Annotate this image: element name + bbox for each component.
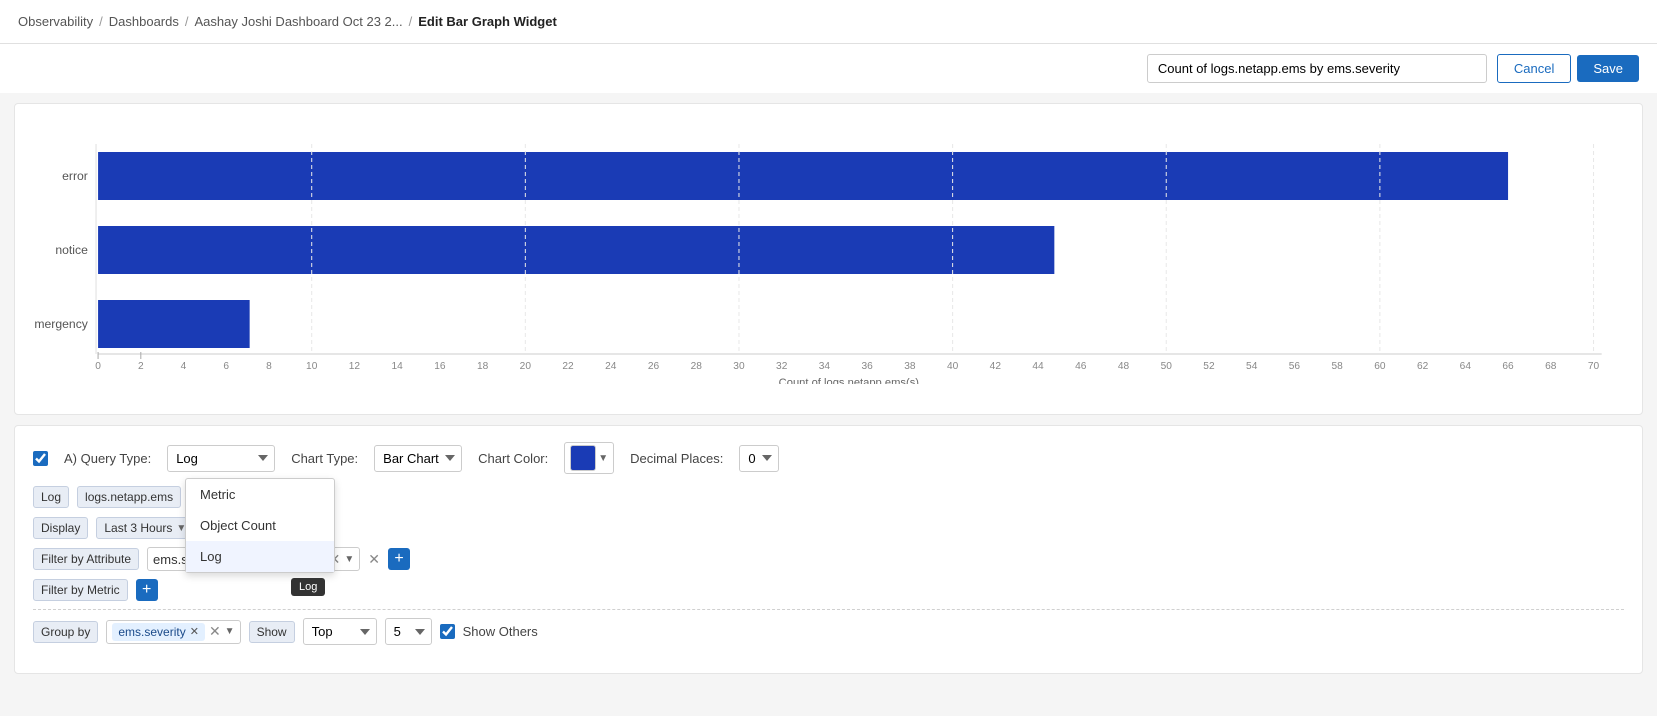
chart-type-select[interactable]: Bar Chart (374, 445, 462, 472)
svg-text:36: 36 (862, 361, 874, 372)
svg-text:22: 22 (562, 361, 574, 372)
cancel-button[interactable]: Cancel (1497, 54, 1571, 83)
show-others-label: Show Others (463, 624, 538, 639)
bar-error (98, 152, 1508, 200)
top-value-select[interactable]: 5 10 25 (385, 618, 432, 645)
show-label-chip: Show (249, 621, 295, 643)
svg-text:10: 10 (306, 361, 318, 372)
breadcrumb-observability[interactable]: Observability (18, 14, 93, 29)
filter-metric-label-chip: Filter by Metric (33, 579, 128, 601)
chart-container: error notice emergency // will be genera… (14, 103, 1643, 415)
svg-text:12: 12 (349, 361, 361, 372)
bar-chart-svg: error notice emergency // will be genera… (35, 124, 1622, 384)
filter-attr-label-chip: Filter by Attribute (33, 548, 139, 570)
svg-text:6: 6 (223, 361, 229, 372)
svg-text:14: 14 (392, 361, 404, 372)
save-button[interactable]: Save (1577, 55, 1639, 82)
svg-text:28: 28 (691, 361, 703, 372)
svg-text:32: 32 (776, 361, 788, 372)
svg-text:62: 62 (1417, 361, 1429, 372)
svg-text:38: 38 (904, 361, 916, 372)
dropdown-item-metric[interactable]: Metric (186, 479, 334, 510)
log-source-chip[interactable]: logs.netapp.ems (77, 486, 181, 508)
show-others-checkbox[interactable] (440, 624, 455, 639)
display-value-chip[interactable]: Last 3 Hours ▼ (96, 517, 194, 539)
svg-text:26: 26 (648, 361, 660, 372)
dropdown-item-object-count[interactable]: Object Count (186, 510, 334, 541)
chart-color-label: Chart Color: (478, 451, 548, 466)
clear-group-by-button[interactable]: ✕ (209, 623, 221, 640)
svg-text:Count of logs.netapp.ems(s): Count of logs.netapp.ems(s) (779, 377, 919, 384)
svg-text:66: 66 (1502, 361, 1514, 372)
add-filter-metric-button[interactable]: + (136, 579, 158, 601)
chart-color-dropdown[interactable]: ▼ (564, 442, 614, 474)
svg-text:60: 60 (1374, 361, 1386, 372)
widget-title-input[interactable] (1147, 54, 1487, 83)
svg-text:68: 68 (1545, 361, 1557, 372)
add-filter-attr-button[interactable]: + (388, 548, 410, 570)
svg-text:34: 34 (819, 361, 831, 372)
breadcrumb-dashboards[interactable]: Dashboards (109, 14, 179, 29)
svg-text:50: 50 (1161, 361, 1173, 372)
filter-attr-chevron-icon[interactable]: ▼ (344, 554, 354, 565)
remove-group-by-icon[interactable]: ✕ (190, 625, 199, 638)
divider (33, 609, 1624, 610)
decimal-places-select[interactable]: 0 1 2 (739, 445, 779, 472)
breadcrumb: Observability / Dashboards / Aashay Josh… (0, 0, 1657, 44)
chart-type-label: Chart Type: (291, 451, 358, 466)
breadcrumb-sep1: / (99, 14, 103, 29)
dropdown-item-log[interactable]: Log (186, 541, 334, 572)
config-row5: Filter by Metric + (33, 579, 1624, 601)
remove-filter-attr-row-button[interactable]: ✕ (368, 551, 380, 568)
chart-area: error notice emergency // will be genera… (35, 124, 1622, 384)
query-type-select[interactable]: Log Metric Object Count (167, 445, 275, 472)
svg-text:52: 52 (1203, 361, 1215, 372)
svg-text:notice: notice (55, 243, 88, 257)
top-select[interactable]: Top Bottom (303, 618, 377, 645)
svg-text:error: error (62, 169, 88, 183)
color-swatch (570, 445, 596, 471)
chevron-down-icon: ▼ (598, 453, 608, 464)
breadcrumb-dashboard-name[interactable]: Aashay Joshi Dashboard Oct 23 2... (195, 14, 403, 29)
svg-text:8: 8 (266, 361, 272, 372)
bar-emergency (98, 300, 250, 348)
svg-text:30: 30 (733, 361, 745, 372)
svg-text:2: 2 (138, 361, 144, 372)
breadcrumb-sep2: / (185, 14, 189, 29)
svg-text:24: 24 (605, 361, 617, 372)
svg-text:54: 54 (1246, 361, 1258, 372)
svg-text:0: 0 (95, 361, 101, 372)
svg-text:emergency: emergency (35, 317, 89, 331)
svg-text:18: 18 (477, 361, 489, 372)
group-by-chevron-icon[interactable]: ▼ (225, 626, 235, 637)
query-enabled-checkbox[interactable] (33, 451, 48, 466)
svg-text:56: 56 (1289, 361, 1301, 372)
decimal-places-label: Decimal Places: (630, 451, 723, 466)
breadcrumb-current: Edit Bar Graph Widget (418, 14, 557, 29)
group-by-label-chip: Group by (33, 621, 98, 643)
group-by-tag[interactable]: ems.severity ✕ (112, 623, 205, 641)
top-bar: Cancel Save (0, 44, 1657, 93)
config-row6: Group by ems.severity ✕ ✕ ▼ Show Top Bot… (33, 618, 1624, 645)
svg-text:46: 46 (1075, 361, 1087, 372)
config-row1: A) Query Type: Log Metric Object Count C… (33, 442, 1624, 474)
breadcrumb-sep3: / (409, 14, 413, 29)
query-type-dropdown-popup: Metric Object Count Log (185, 478, 335, 573)
query-type-label: A) Query Type: (64, 451, 151, 466)
svg-text:16: 16 (434, 361, 446, 372)
svg-text:48: 48 (1118, 361, 1130, 372)
svg-text:58: 58 (1331, 361, 1343, 372)
svg-text:42: 42 (990, 361, 1002, 372)
svg-text:44: 44 (1032, 361, 1044, 372)
config-panel: A) Query Type: Log Metric Object Count C… (14, 425, 1643, 674)
svg-text:70: 70 (1588, 361, 1600, 372)
log-type-chip[interactable]: Log (33, 486, 69, 508)
svg-text:4: 4 (181, 361, 187, 372)
svg-text:20: 20 (520, 361, 532, 372)
svg-text:64: 64 (1460, 361, 1472, 372)
display-label-chip: Display (33, 517, 88, 539)
group-by-field-wrap: ems.severity ✕ ✕ ▼ (106, 620, 240, 644)
bar-notice (98, 226, 1054, 274)
svg-text:40: 40 (947, 361, 959, 372)
